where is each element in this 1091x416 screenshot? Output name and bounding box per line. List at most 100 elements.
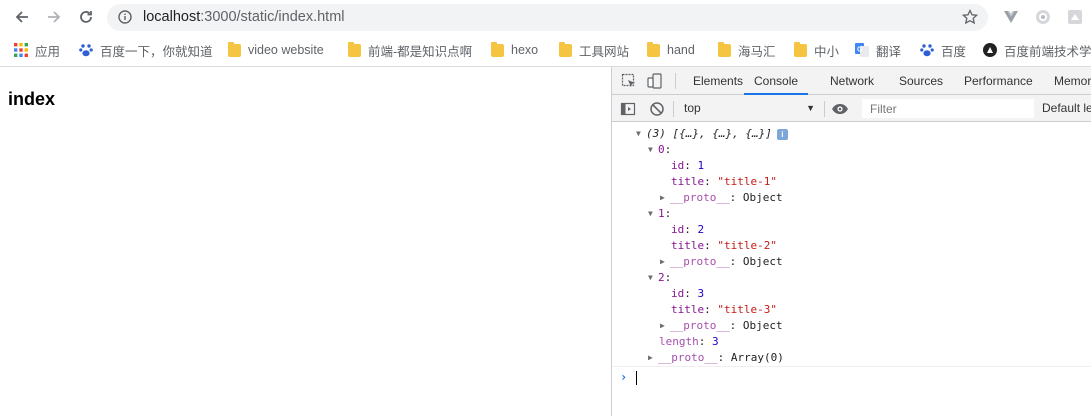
console-prompt-chevron-icon: ›	[620, 370, 628, 384]
property-value: 3	[712, 335, 719, 348]
info-badge-icon[interactable]: i	[776, 128, 788, 140]
collapse-triangle-icon[interactable]: ▶	[660, 318, 670, 334]
tab-elements[interactable]: Elements	[693, 67, 743, 94]
bookmark-folder-video-website[interactable]: video website	[228, 41, 324, 59]
address-bar[interactable]: localhost:3000/static/index.html	[107, 4, 988, 31]
array-proto-row[interactable]: ▶ __proto__: Array(0)	[648, 350, 784, 366]
collapse-triangle-icon[interactable]: ▶	[660, 254, 670, 270]
bookmark-folder-hand[interactable]: hand	[647, 41, 695, 59]
tab-console[interactable]: Console	[744, 67, 809, 95]
property-key: __proto__	[670, 319, 730, 332]
console-output: ▼ (3) [{…}, {…}, {…}] i ▼ 0: id: 1 title: "…	[612, 122, 1091, 416]
bookmark-folder-tools[interactable]: 工具网站	[559, 41, 629, 59]
log-levels-dropdown[interactable]: Default le	[1042, 101, 1091, 115]
proto-row[interactable]: ▶ __proto__: Object	[660, 318, 783, 334]
collapse-triangle-icon[interactable]: ▶	[648, 350, 658, 366]
forward-button[interactable]	[42, 5, 66, 29]
bookmark-baidu-search[interactable]: 百度一下，你就知道	[79, 41, 213, 59]
length-row: length: 3	[659, 335, 719, 348]
bookmark-baidu-fe[interactable]: 百度前端技术学	[983, 41, 1091, 59]
bookmark-label: hand	[667, 43, 695, 57]
reload-button[interactable]	[74, 5, 98, 29]
live-expression-eye-icon[interactable]	[831, 100, 849, 118]
bookmark-star-icon[interactable]	[961, 8, 979, 28]
folder-icon	[559, 41, 572, 57]
address-url[interactable]: localhost:3000/static/index.html	[143, 9, 345, 25]
inspect-element-icon[interactable]	[620, 72, 638, 90]
array-index: 1	[658, 207, 665, 220]
property-value: Object	[742, 255, 783, 268]
extension-square-icon[interactable]	[1066, 8, 1084, 26]
property-value: Object	[742, 191, 783, 204]
bookmark-label: 海马汇	[738, 44, 776, 59]
bookmark-folder-hexo[interactable]: hexo	[491, 41, 538, 59]
console-array-summary[interactable]: ▼ (3) [{…}, {…}, {…}] i	[636, 126, 788, 142]
expand-triangle-icon[interactable]: ▼	[648, 270, 658, 286]
console-divider	[612, 366, 1091, 367]
bookmark-apps[interactable]: 应用	[14, 41, 60, 59]
collapse-triangle-icon[interactable]: ▶	[660, 190, 670, 206]
bookmark-translate[interactable]: G 翻译	[855, 41, 901, 59]
bookmarks-bar: 应用 百度一下，你就知道 video website 前端-都是知识点啊 hex…	[0, 34, 1091, 66]
context-selector[interactable]: top ▼	[678, 99, 818, 118]
bookmark-label: hexo	[511, 43, 539, 57]
bookmark-folder-haimahui[interactable]: 海马汇	[718, 41, 776, 59]
array-item-header[interactable]: ▼ 1:	[648, 206, 671, 222]
folder-icon	[794, 41, 807, 57]
proto-row[interactable]: ▶ __proto__: Object	[660, 190, 783, 206]
property-row: id: 2	[671, 223, 705, 236]
tab-network[interactable]: Network	[830, 67, 874, 94]
baidu-paw-icon	[920, 44, 934, 57]
bookmark-label: 应用	[35, 44, 61, 59]
arrow-left-icon	[15, 11, 28, 23]
bookmark-label: 翻译	[876, 44, 902, 59]
property-value: Object	[742, 319, 783, 332]
property-row: title: "title-2"	[671, 239, 777, 252]
url-path: :3000/static/index.html	[200, 9, 345, 25]
property-value: Array(0)	[730, 351, 784, 364]
property-key: __proto__	[670, 255, 730, 268]
proto-row[interactable]: ▶ __proto__: Object	[660, 254, 783, 270]
console-input-caret[interactable]	[636, 371, 637, 385]
property-key: id	[671, 287, 685, 300]
bookmark-folder-zhongxiao[interactable]: 中小	[794, 41, 839, 59]
arrow-right-icon	[48, 11, 61, 23]
property-value: "title-2"	[717, 239, 777, 252]
apps-grid-icon	[14, 43, 28, 57]
page-heading: index	[8, 89, 56, 109]
property-value: 2	[697, 223, 705, 236]
array-item-header[interactable]: ▼ 0:	[648, 142, 671, 158]
property-row: title: "title-1"	[671, 175, 777, 188]
bookmark-folder-frontend[interactable]: 前端-都是知识点啊	[348, 41, 472, 59]
tab-sources[interactable]: Sources	[899, 67, 943, 94]
browser-toolbar: localhost:3000/static/index.html	[0, 0, 1091, 34]
property-row: title: "title-3"	[671, 303, 777, 316]
tab-performance[interactable]: Performance	[964, 67, 1033, 94]
bookmark-label: 前端-都是知识点啊	[368, 44, 473, 59]
dropdown-arrow-icon: ▼	[806, 103, 815, 113]
property-key: title	[671, 175, 705, 188]
extension-circle-icon[interactable]	[1034, 8, 1052, 26]
bookmark-label: 工具网站	[579, 44, 630, 59]
property-key: title	[671, 303, 705, 316]
bookmark-label: 中小	[814, 44, 840, 59]
expand-triangle-icon[interactable]: ▼	[648, 142, 658, 158]
info-icon[interactable]	[118, 10, 132, 27]
console-filter-input[interactable]	[862, 99, 1034, 118]
folder-icon	[228, 41, 241, 57]
tab-memory[interactable]: Memor	[1054, 67, 1091, 94]
back-button[interactable]	[10, 5, 34, 29]
expand-triangle-icon[interactable]: ▼	[648, 206, 658, 222]
url-host: localhost	[143, 9, 201, 25]
bookmark-label: 百度	[941, 44, 967, 59]
bookmark-baidu[interactable]: 百度	[920, 41, 966, 59]
clear-console-icon[interactable]	[648, 100, 666, 118]
folder-icon	[647, 41, 660, 57]
toolbar-separator	[673, 101, 674, 117]
expand-triangle-icon[interactable]: ▼	[636, 126, 646, 142]
property-row: id: 1	[671, 159, 705, 172]
vue-devtools-extension-icon[interactable]	[1002, 8, 1020, 26]
device-toolbar-icon[interactable]	[646, 72, 664, 90]
show-sidebar-icon[interactable]	[619, 100, 637, 118]
array-item-header[interactable]: ▼ 2:	[648, 270, 671, 286]
